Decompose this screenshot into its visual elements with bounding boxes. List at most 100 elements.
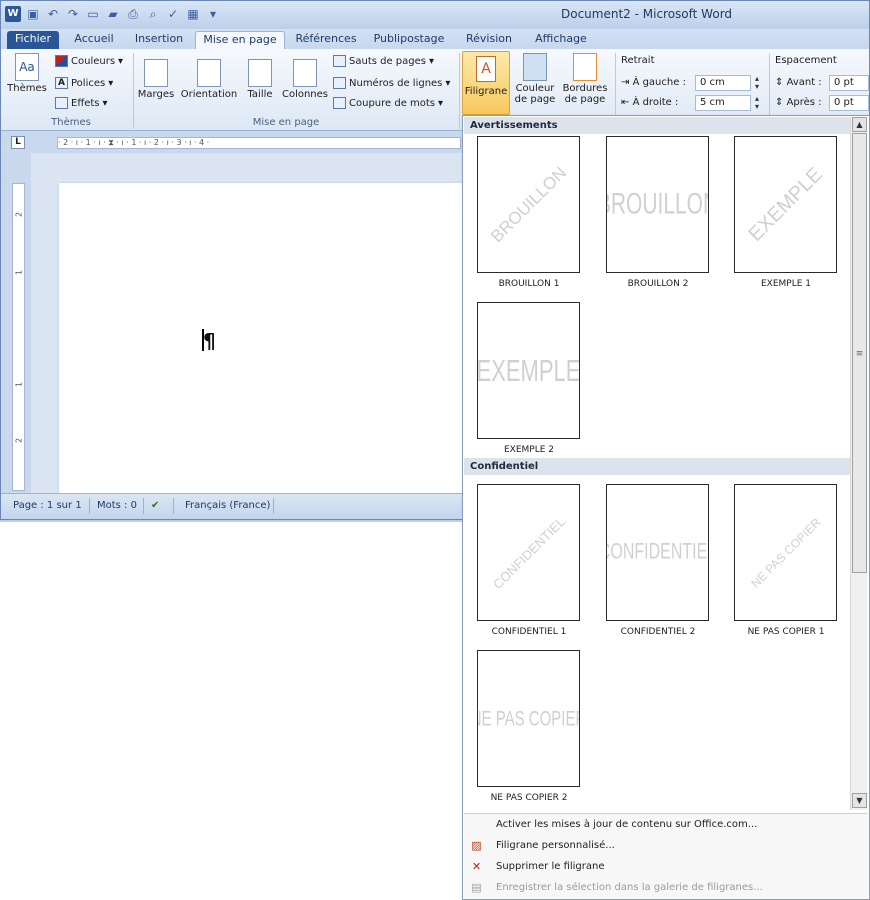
tab-revision[interactable]: Révision (461, 31, 517, 49)
indent-left-field[interactable]: 0 cm (695, 75, 751, 91)
themes-button[interactable]: Aa Thèmes (7, 53, 47, 94)
columns-button[interactable]: Colonnes (281, 59, 329, 100)
margins-icon (144, 59, 168, 87)
tab-accueil[interactable]: Accueil (67, 31, 121, 49)
watermark-icon: A (476, 56, 496, 82)
line-numbers-button[interactable]: Numéros de lignes ▾ (333, 77, 450, 89)
margins-button[interactable]: Marges (137, 59, 175, 100)
columns-icon (293, 59, 317, 87)
quick-access-toolbar: W ▣ ↶ ↷ ▭ ▰ ⎙ ⌕ ✓ ▦ ▾ (5, 6, 221, 22)
draw-table-icon[interactable]: ▦ (185, 6, 201, 22)
effects-button[interactable]: Effets ▾ (55, 97, 108, 109)
page-borders-button[interactable]: Bordures de page (561, 53, 609, 105)
tab-publipostage[interactable]: Publipostage (369, 31, 449, 49)
fonts-button[interactable]: A Polices ▾ (55, 77, 113, 89)
watermark-preview-text: BROUILLON (486, 162, 570, 246)
breaks-icon (333, 55, 346, 67)
dropdown-arrow-icon: ▾ (438, 97, 444, 109)
watermark-thumbnail[interactable]: BROUILLON (477, 136, 580, 273)
watermark-thumbnail-label: NE PAS COPIER 2 (490, 793, 568, 803)
new-document-icon[interactable]: ▭ (85, 6, 101, 22)
indent-left-spinner[interactable]: ▴ ▾ (751, 75, 763, 91)
document-page[interactable] (59, 183, 463, 493)
scroll-up-icon[interactable]: ▲ (852, 117, 867, 132)
scroll-down-icon[interactable]: ▼ (852, 793, 867, 808)
open-folder-icon[interactable]: ▰ (105, 6, 121, 22)
watermark-thumbnail-label: NE PAS COPIER 1 (747, 627, 825, 637)
tab-references[interactable]: Références (291, 31, 361, 49)
breaks-button[interactable]: Sauts de pages ▾ (333, 55, 434, 67)
watermark-thumbnail[interactable]: NE PAS COPIER (734, 484, 837, 621)
save-icon[interactable]: ▣ (25, 6, 41, 22)
vertical-ruler-mark: 2 (14, 437, 24, 444)
watermark-preview-text: NE PAS COPIER (478, 706, 579, 731)
tab-selector-icon[interactable]: L (11, 136, 25, 149)
orientation-button[interactable]: Orientation (179, 59, 239, 100)
colors-button[interactable]: Couleurs ▾ (55, 55, 123, 67)
tab-affichage[interactable]: Affichage (529, 31, 593, 49)
scroll-thumb[interactable]: ≡ (852, 133, 867, 573)
menu-item-remove-watermark[interactable]: ✕ Supprimer le filigrane (464, 856, 868, 877)
watermark-thumbnail[interactable]: CONFIDENTIEL (606, 484, 709, 621)
tab-insertion[interactable]: Insertion (129, 31, 189, 49)
watermark-thumbnail[interactable]: EXEMPLE (734, 136, 837, 273)
size-icon (248, 59, 272, 87)
word-logo-icon[interactable]: W (5, 6, 21, 22)
line-numbers-icon (333, 77, 346, 89)
ribbon-tabs: Fichier Accueil Insertion Mise en page R… (1, 29, 869, 49)
gallery-section-header: Confidentiel (464, 458, 850, 475)
proofing-icon[interactable]: ✔ (151, 500, 159, 511)
print-preview-icon[interactable]: ⌕ (145, 6, 161, 22)
indent-left-label: ⇥ À gauche : (621, 77, 686, 88)
dropdown-arrow-icon: ▾ (102, 97, 108, 109)
dropdown-arrow-icon: ▾ (108, 77, 114, 89)
indent-right-field[interactable]: 5 cm (695, 95, 751, 111)
vertical-ruler-mark: 1 (14, 381, 24, 388)
dropdown-arrow-icon: ▾ (118, 55, 124, 67)
watermark-preview-text: CONFIDENTIEL (607, 539, 708, 564)
spacing-before-field[interactable]: 0 pt (829, 75, 869, 91)
redo-icon[interactable]: ↷ (65, 6, 81, 22)
watermark-preview-text: EXEMPLE (477, 352, 580, 388)
spelling-icon[interactable]: ✓ (165, 6, 181, 22)
watermark-button[interactable]: A Filigrane (462, 51, 510, 115)
gallery-menu: Activer les mises à jour de contenu sur … (464, 813, 868, 899)
page-borders-icon (573, 53, 597, 81)
menu-item-custom-watermark[interactable]: ▨ Filigrane personnalisé... (464, 835, 868, 856)
customize-toolbar-icon[interactable]: ▾ (205, 6, 221, 22)
watermark-thumbnail-label: BROUILLON 1 (498, 279, 560, 289)
group-separator (459, 53, 460, 129)
status-page-count[interactable]: Page : 1 sur 1 (13, 500, 82, 511)
status-language[interactable]: Français (France) (185, 500, 270, 511)
size-button[interactable]: Taille (243, 59, 277, 100)
indent-right-spinner[interactable]: ▴ ▾ (751, 95, 763, 111)
tab-mise-en-page[interactable]: Mise en page (195, 31, 285, 49)
page-color-button[interactable]: Couleur de page (513, 53, 557, 105)
spacing-after-icon: ⇕ (775, 97, 787, 108)
status-word-count[interactable]: Mots : 0 (97, 500, 137, 511)
hyphenation-button[interactable]: Coupure de mots ▾ (333, 97, 443, 109)
undo-icon[interactable]: ↶ (45, 6, 61, 22)
group-label-page-setup: Mise en page (252, 117, 320, 128)
paragraph-mark: ¶ (203, 329, 216, 353)
status-divider (143, 498, 144, 514)
watermark-preview-text: BROUILLON (607, 187, 708, 220)
gallery-scrollbar[interactable]: ▲ ≡ ▼ (850, 117, 867, 810)
watermark-thumbnail[interactable]: CONFIDENTIEL (477, 484, 580, 621)
spacing-after-field[interactable]: 0 pt (829, 95, 869, 111)
group-label-themes: Thèmes (51, 117, 91, 128)
indent-title: Retrait (621, 55, 655, 66)
dropdown-arrow-icon: ▾ (429, 55, 435, 67)
tab-fichier[interactable]: Fichier (7, 31, 59, 49)
print-icon[interactable]: ⎙ (125, 6, 141, 22)
menu-item-save-to-gallery: ▤ Enregistrer la sélection dans la galer… (471, 881, 763, 894)
horizontal-ruler[interactable]: · 2 · ı · 1 · ı · ⧗ · ı · 1 · ı · 2 · ı … (57, 137, 461, 149)
watermark-thumbnail[interactable]: BROUILLON (606, 136, 709, 273)
watermark-thumbnail[interactable]: NE PAS COPIER (477, 650, 580, 787)
menu-item-office-updates[interactable]: Activer les mises à jour de contenu sur … (464, 814, 868, 835)
vertical-ruler[interactable]: 2 1 1 2 (12, 183, 25, 491)
watermark-thumbnail-label: CONFIDENTIEL 2 (620, 627, 696, 637)
status-divider (173, 498, 174, 514)
window-shadow-line (0, 520, 462, 522)
watermark-thumbnail[interactable]: EXEMPLE (477, 302, 580, 439)
